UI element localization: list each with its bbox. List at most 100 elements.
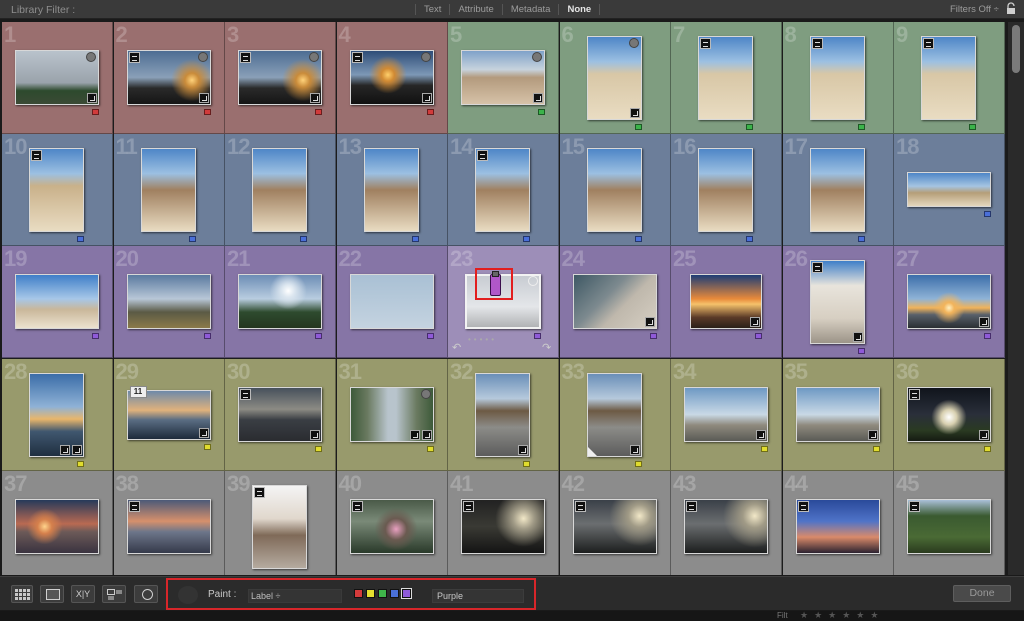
grid-cell-4[interactable]: 4 [336, 22, 448, 134]
sync-metadata-icon [463, 500, 474, 512]
quick-collection-marker-icon[interactable] [420, 388, 431, 399]
grid-cell-32[interactable]: 32 [448, 358, 559, 471]
filter-tab-attribute[interactable]: Attribute [449, 4, 501, 15]
grid-cell-36[interactable]: 36 [894, 358, 1005, 471]
paint-mode-dropdown[interactable]: Label ÷ [248, 589, 342, 603]
filter-tab-metadata[interactable]: Metadata [501, 4, 559, 15]
grid-cell-9[interactable]: 9 [894, 22, 1005, 134]
grid-cell-12[interactable]: 12 [225, 134, 336, 247]
done-button[interactable]: Done [953, 585, 1011, 602]
photo-thumbnail[interactable] [349, 274, 434, 330]
grid-cell-45[interactable]: 45 [894, 470, 1005, 575]
grid-cell-28[interactable]: 28 [2, 358, 113, 471]
grid-view-button[interactable] [11, 585, 33, 603]
color-label-red [203, 109, 211, 115]
people-view-button[interactable] [134, 585, 158, 603]
grid-cell-35[interactable]: 35 [782, 358, 894, 471]
cell-index: 39 [227, 470, 251, 496]
grid-cell-2[interactable]: 2 [113, 22, 225, 134]
quick-collection-marker-icon[interactable] [420, 52, 431, 62]
grid-scrollbar[interactable] [1008, 22, 1024, 575]
grid-cell-42[interactable]: 42 [559, 470, 671, 575]
grid-cell-20[interactable]: 20 [113, 246, 225, 359]
grid-cell-26[interactable]: 26 [782, 246, 894, 359]
filter-tab-none[interactable]: None [558, 4, 601, 15]
grid-cell-25[interactable]: 25 [671, 246, 782, 359]
grid-cell-19[interactable]: 19 [2, 246, 113, 359]
survey-view-button[interactable] [102, 585, 126, 603]
grid-cell-33[interactable]: 33 [559, 358, 671, 471]
grid-cell-7[interactable]: 7 [671, 22, 782, 134]
swatch-green[interactable] [378, 589, 387, 598]
photo-thumbnail[interactable] [126, 274, 211, 330]
grid-cell-39[interactable]: 39 [225, 470, 336, 575]
grid-cell-30[interactable]: 30 [225, 358, 336, 471]
grid-cell-44[interactable]: 44 [782, 470, 894, 575]
grid-cell-24[interactable]: 24 [559, 246, 671, 359]
grid-cell-43[interactable]: 43 [671, 470, 782, 575]
grid-cell-23[interactable]: 23 ••••• ↶ ↷ [448, 246, 559, 359]
filter-tab-text[interactable]: Text [415, 4, 449, 15]
grid-cell-29[interactable]: 29 11 [113, 358, 225, 471]
quick-collection-marker-icon[interactable] [197, 52, 208, 62]
photo-thumbnail[interactable] [252, 148, 307, 233]
photo-thumbnail[interactable] [15, 274, 99, 330]
paint-value-field[interactable]: Purple [432, 589, 524, 603]
sync-metadata-icon [351, 52, 363, 63]
photo-thumbnail[interactable] [15, 498, 99, 554]
grid-cell-31[interactable]: 31 [336, 358, 448, 471]
photo-thumbnail[interactable] [140, 148, 196, 233]
rotate-left-icon[interactable]: ↶ [452, 341, 461, 354]
grid-cell-37[interactable]: 37 [2, 470, 113, 575]
photo-thumbnail[interactable] [698, 148, 753, 233]
lock-icon[interactable] [1006, 2, 1016, 15]
spray-can-icon[interactable] [178, 586, 198, 604]
grid-cell-38[interactable]: 38 [113, 470, 225, 575]
stack-count-badge[interactable]: 11 [129, 385, 147, 398]
grid-cell-16[interactable]: 16 [671, 134, 782, 247]
swatch-blue[interactable] [390, 589, 399, 598]
swatch-red[interactable] [354, 589, 363, 598]
loupe-view-button[interactable] [40, 585, 64, 603]
grid-cell-34[interactable]: 34 [671, 358, 782, 471]
grid-cell-15[interactable]: 15 [559, 134, 671, 247]
grid-cell-17[interactable]: 17 [782, 134, 894, 247]
compare-view-button[interactable]: X|Y [71, 585, 95, 603]
sync-metadata-icon [477, 150, 488, 162]
photo-thumbnail[interactable] [907, 172, 991, 208]
cell-index: 40 [338, 470, 363, 496]
quick-collection-marker-icon[interactable] [309, 52, 319, 62]
quick-collection-marker-icon[interactable] [86, 52, 96, 62]
sync-metadata-icon [686, 500, 697, 512]
photo-thumbnail[interactable] [238, 274, 322, 330]
scrollbar-thumb[interactable] [1012, 25, 1020, 73]
grid-cell-21[interactable]: 21 [225, 246, 336, 359]
rotate-right-icon[interactable]: ↷ [542, 341, 551, 354]
grid-cell-1[interactable]: 1 [2, 22, 113, 134]
rating-dots[interactable]: ••••• [468, 335, 497, 344]
swatch-purple[interactable] [401, 588, 412, 599]
photo-thumbnail[interactable] [363, 148, 419, 233]
grid-cell-3[interactable]: 3 [225, 22, 336, 134]
filters-preset-dropdown[interactable]: Filters Off ÷ [950, 4, 999, 15]
swatch-yellow[interactable] [366, 589, 375, 598]
quick-collection-marker-icon[interactable] [628, 38, 639, 48]
rating-filter-stars[interactable]: ★★★★★★ [800, 610, 884, 621]
photo-thumbnail[interactable] [809, 148, 865, 233]
grid-cell-11[interactable]: 11 [113, 134, 225, 247]
grid-cell-22[interactable]: 22 [336, 246, 448, 359]
thumbnail-grid[interactable]: 1 2 3 4 5 6 7 8 9 10 11 12 13 14 15 16 17 18 19 20 21 22 23 •••… [2, 22, 1006, 575]
cell-index: 26 [784, 246, 809, 272]
grid-cell-10[interactable]: 10 [2, 134, 113, 247]
grid-cell-13[interactable]: 13 [336, 134, 448, 247]
grid-cell-40[interactable]: 40 [336, 470, 448, 575]
quick-collection-marker-icon[interactable] [532, 52, 542, 62]
grid-cell-14[interactable]: 14 [448, 134, 559, 247]
grid-cell-41[interactable]: 41 [448, 470, 559, 575]
photo-thumbnail[interactable] [586, 148, 642, 233]
grid-cell-5[interactable]: 5 [448, 22, 559, 134]
grid-cell-8[interactable]: 8 [782, 22, 894, 134]
grid-cell-18[interactable]: 18 [894, 134, 1005, 247]
grid-cell-27[interactable]: 27 [894, 246, 1005, 359]
grid-cell-6[interactable]: 6 [559, 22, 671, 134]
